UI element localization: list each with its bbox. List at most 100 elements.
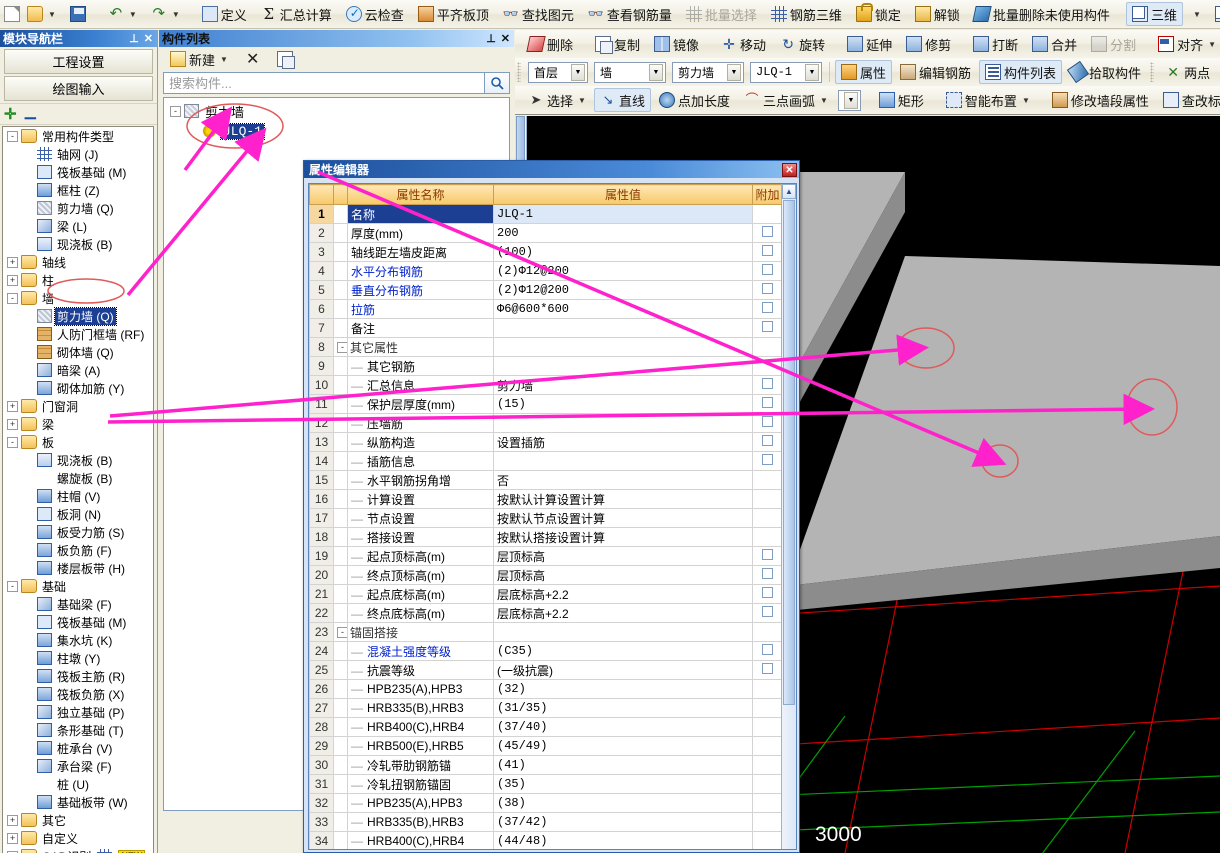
chevron-down-icon[interactable]: ▼ — [843, 91, 858, 109]
property-row[interactable]: 29 — HRB500(E),HRB5 (45/49) — [309, 736, 783, 756]
search-input[interactable] — [163, 72, 484, 94]
delete-button[interactable]: 删除 — [522, 32, 579, 56]
property-row[interactable]: 17 — 节点设置 按默认节点设置计算 — [309, 508, 783, 528]
tree-item-15[interactable]: + 门窗洞 — [3, 397, 153, 415]
component-list-button[interactable]: 构件列表 — [979, 60, 1063, 84]
three-point-arc-button[interactable]: ⌒ 三点画弧 ▼ — [738, 88, 834, 112]
attach-checkbox[interactable] — [762, 378, 773, 389]
chevron-down-icon[interactable]: ▼ — [578, 96, 586, 105]
expand-icon[interactable]: + — [7, 274, 18, 286]
rectangle-button[interactable]: 矩形 — [873, 88, 930, 112]
property-value-cell[interactable]: 200 — [493, 223, 753, 243]
property-row[interactable]: 31 — 冷轧扭钢筋锚固 (35) — [309, 774, 783, 794]
property-row[interactable]: 28 — HRB400(C),HRB4 (37/40) — [309, 717, 783, 737]
property-value-cell[interactable]: (35) — [493, 774, 753, 794]
mirror-button[interactable]: 镜像 — [648, 32, 705, 56]
tree-item-36[interactable]: 桩 (U) — [3, 775, 153, 793]
component-combo[interactable]: JLQ-1 ▼ — [750, 61, 822, 83]
attach-checkbox[interactable] — [762, 416, 773, 427]
property-row[interactable]: 13 — 纵筋构造 设置插筋 — [309, 432, 783, 452]
property-row[interactable]: 12 — 压墙筋 — [309, 413, 783, 433]
property-attach-cell[interactable] — [752, 565, 783, 585]
property-row[interactable]: 24 — 混凝土强度等级 (C35) — [309, 641, 783, 661]
cursor-button[interactable]: ➤ 选择 ▼ — [522, 88, 592, 112]
attach-checkbox[interactable] — [762, 283, 773, 294]
tree-item-11[interactable]: 人防门框墙 (RF) — [3, 325, 153, 343]
expand-icon[interactable]: + — [7, 400, 18, 412]
break-button[interactable]: 打断 — [967, 32, 1024, 56]
expand-icon[interactable]: + — [7, 418, 18, 430]
property-attach-cell[interactable] — [752, 660, 783, 680]
property-value-cell[interactable] — [493, 622, 753, 642]
attach-checkbox[interactable] — [762, 644, 773, 655]
property-value-cell[interactable]: (32) — [493, 679, 753, 699]
tree-item-16[interactable]: + 梁 — [3, 415, 153, 433]
property-value-cell[interactable]: (2)Φ12@200 — [493, 261, 753, 281]
check-elevation-button[interactable]: 查改标高 — [1157, 88, 1220, 112]
property-value-cell[interactable]: 设置插筋 — [493, 432, 753, 452]
chevron-down-icon[interactable]: ▼ — [727, 63, 741, 81]
property-value-cell[interactable]: (38) — [493, 793, 753, 813]
property-value-cell[interactable]: 层顶标高 — [493, 546, 753, 566]
new-component-button[interactable]: 新建 ▼ — [164, 47, 234, 71]
property-value-cell[interactable]: (一级抗震) — [493, 660, 753, 680]
property-value-cell[interactable] — [493, 318, 753, 338]
close-icon[interactable]: ✕ — [144, 32, 153, 45]
property-value-cell[interactable]: (C35) — [493, 641, 753, 661]
property-value-cell[interactable]: (31/35) — [493, 698, 753, 718]
property-button[interactable]: 属性 — [835, 60, 893, 84]
property-attach-cell[interactable] — [752, 242, 783, 262]
property-row[interactable]: 20 — 终点顶标高(m) 层顶标高 — [309, 565, 783, 585]
subcategory-combo[interactable]: 剪力墙 ▼ — [672, 61, 744, 83]
expand-all-icon[interactable]: ✛ — [4, 105, 17, 123]
tree-item-35[interactable]: 承台梁 (F) — [3, 757, 153, 775]
collapse-icon[interactable]: - — [7, 130, 18, 142]
property-attach-cell[interactable] — [752, 698, 783, 718]
property-row[interactable]: 6 拉筋 Φ6@600*600 — [309, 299, 783, 319]
tree-item-28[interactable]: 集水坑 (K) — [3, 631, 153, 649]
rotate-button[interactable]: ↻ 旋转 — [774, 32, 831, 56]
property-attach-cell[interactable] — [752, 356, 783, 376]
property-row[interactable]: 3 轴线距左墙皮距离 (100) — [309, 242, 783, 262]
two-point-button[interactable]: ✕ 两点 — [1159, 60, 1216, 84]
property-row[interactable]: 4 水平分布钢筋 (2)Φ12@200 — [309, 261, 783, 281]
property-row[interactable]: 1 名称 JLQ-1 — [309, 204, 783, 224]
tree-item-18[interactable]: 现浇板 (B) — [3, 451, 153, 469]
property-attach-cell[interactable] — [752, 470, 783, 490]
attach-checkbox[interactable] — [762, 587, 773, 598]
tree-item-40[interactable]: +CAD识别NEW — [3, 847, 153, 853]
edit-rebar-button[interactable]: 编辑钢筋 — [894, 60, 977, 84]
view-rebar-button[interactable]: 👓 查看钢筋量 — [582, 2, 678, 26]
property-row[interactable]: 7 备注 — [309, 318, 783, 338]
undo-button[interactable]: ↶ ▼ — [102, 2, 143, 26]
attach-checkbox[interactable] — [762, 606, 773, 617]
attach-checkbox[interactable] — [762, 435, 773, 446]
property-row[interactable]: 33 — HRB335(B),HRB3 (37/42) — [309, 812, 783, 832]
edit-wall-segment-button[interactable]: 修改墙段属性 — [1046, 88, 1155, 112]
attach-checkbox[interactable] — [762, 302, 773, 313]
property-value-cell[interactable]: 按默认搭接设置计算 — [493, 527, 753, 547]
pin-icon[interactable]: ⊥ — [486, 32, 496, 45]
tree-item-31[interactable]: 筏板负筋 (X) — [3, 685, 153, 703]
extend-button[interactable]: 延伸 — [841, 32, 898, 56]
define-button[interactable]: 定义 — [196, 2, 253, 26]
chevron-down-icon[interactable]: ▼ — [649, 63, 663, 81]
expand-icon[interactable]: + — [7, 832, 18, 844]
property-value-cell[interactable]: (100) — [493, 242, 753, 262]
attach-checkbox[interactable] — [762, 264, 773, 275]
attach-checkbox[interactable] — [762, 226, 773, 237]
property-row[interactable]: 8- 其它属性 — [309, 337, 783, 357]
batch-select-button[interactable]: 批量选择 — [680, 2, 763, 26]
property-attach-cell[interactable] — [752, 318, 783, 338]
property-value-cell[interactable]: 按默认节点设置计算 — [493, 508, 753, 528]
attach-checkbox[interactable] — [762, 397, 773, 408]
move-button[interactable]: ✛ 移动 — [715, 32, 772, 56]
collapse-all-icon[interactable]: ⚊ — [24, 105, 37, 123]
property-attach-cell[interactable] — [752, 413, 783, 433]
property-attach-cell[interactable] — [752, 641, 783, 661]
cloud-check-button[interactable]: 云检查 — [340, 2, 410, 26]
property-value-cell[interactable]: (37/42) — [493, 812, 753, 832]
copy-button[interactable]: 复制 — [589, 32, 646, 56]
property-attach-cell[interactable] — [752, 831, 783, 849]
tree-item-34[interactable]: 桩承台 (V) — [3, 739, 153, 757]
